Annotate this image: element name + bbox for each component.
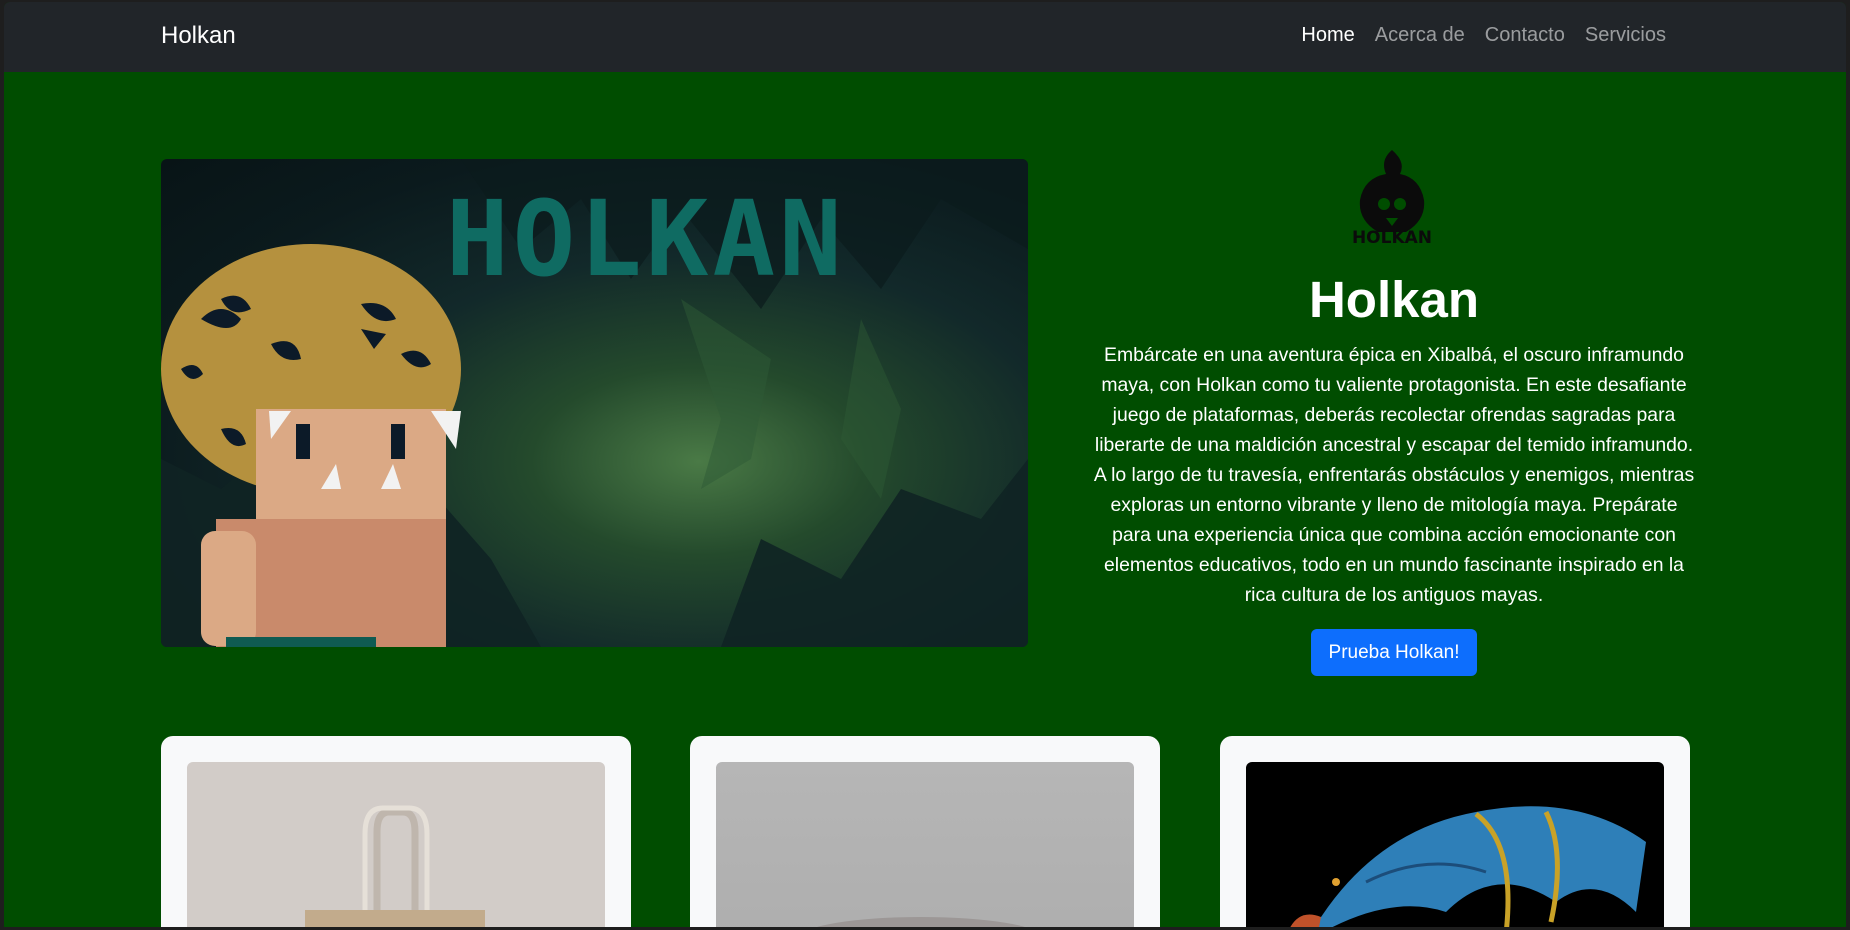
holkan-logo: HOLKAN <box>1352 150 1432 247</box>
logo-text: HOLKAN <box>1352 228 1432 247</box>
product-photo-gray <box>817 917 1025 927</box>
product-card[interactable] <box>690 736 1160 927</box>
product-card[interactable] <box>161 736 631 927</box>
navbar: Holkan Home Acerca de Contacto Servicios <box>4 2 1846 72</box>
hero-game-banner-image: HOLKAN <box>161 159 1028 647</box>
product-card[interactable] <box>1220 736 1690 927</box>
nav-link-home[interactable]: Home <box>1301 24 1354 47</box>
tote-bag-image <box>187 762 605 927</box>
cave-scene-art: HOLKAN <box>161 159 1028 647</box>
try-holkan-button[interactable]: Prueba Holkan! <box>1311 629 1477 676</box>
hero-title: Holkan <box>1308 271 1480 328</box>
alebrije-dragon-photo <box>1290 806 1646 927</box>
tote-bag-photo <box>305 805 485 927</box>
product-gray-image <box>716 762 1134 927</box>
browser-viewport: Holkan Home Acerca de Contacto Servicios… <box>4 2 1846 927</box>
nav-link-acerca-de[interactable]: Acerca de <box>1375 24 1465 47</box>
nav-link-contacto[interactable]: Contacto <box>1485 24 1565 47</box>
hero-image-title-text: HOLKAN <box>446 178 846 300</box>
nav-links: Home Acerca de Contacto Servicios <box>1301 24 1666 47</box>
navbar-brand[interactable]: Holkan <box>161 22 236 50</box>
nav-link-servicios[interactable]: Servicios <box>1585 24 1666 47</box>
alebrije-dragon-image <box>1246 762 1664 927</box>
hero-description: Embárcate en una aventura épica en Xibal… <box>1093 344 1695 606</box>
